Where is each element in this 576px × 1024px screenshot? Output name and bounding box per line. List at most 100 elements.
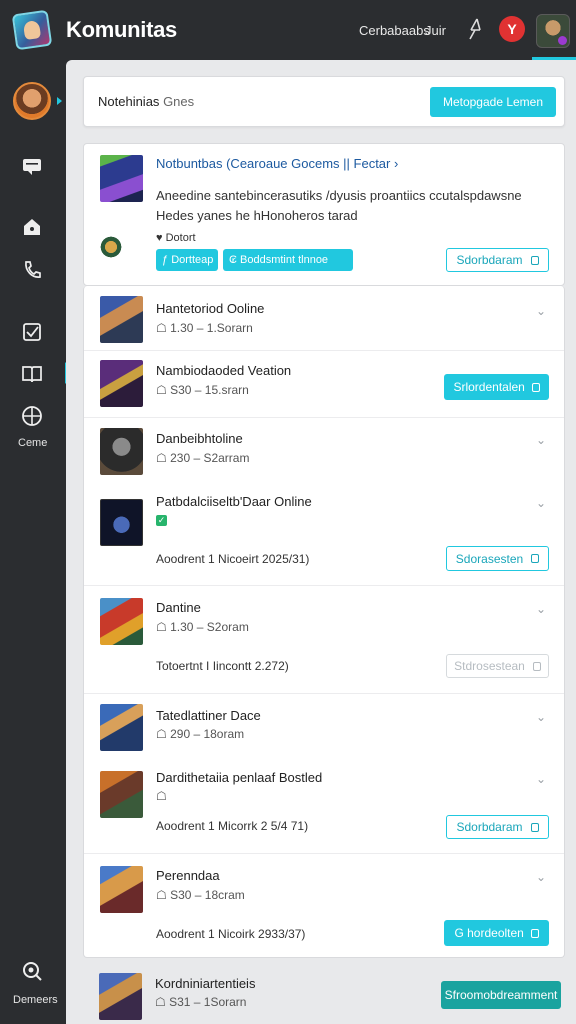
chevron-down-icon[interactable]: ⌄ <box>536 304 546 318</box>
featured-card[interactable]: Notbuntbas (Cearoaue Gocems || Fectar › … <box>83 143 565 286</box>
search-icon[interactable] <box>20 959 44 983</box>
bottom-list-item[interactable]: Kordniniartentieis ☖ S31 – 1Sorarn Sfroo… <box>83 966 565 1024</box>
checklist-icon[interactable] <box>20 320 44 344</box>
pin-icon[interactable] <box>461 16 487 42</box>
game-note: Aoodrent 1 Nicoeirt 2025/31) <box>156 552 310 566</box>
game-note: Totoertnt I Iincontt 2.272) <box>156 659 289 673</box>
top-link-1[interactable]: Cerbabaabs <box>359 23 430 38</box>
game-thumb[interactable] <box>100 598 143 645</box>
phone-icon[interactable] <box>20 258 44 282</box>
game-button-text: Sdorbdaram <box>456 820 523 834</box>
game-meta: ☖ 1.30 – S2oram <box>156 620 249 634</box>
search-title-text: Notehinias <box>98 94 160 109</box>
online-indicator <box>57 97 62 105</box>
user-avatar[interactable] <box>536 14 570 48</box>
game-meta: ☖ 230 – S2arram <box>156 451 250 465</box>
game-action-button[interactable]: Stdrosestean <box>446 654 549 678</box>
games-icon[interactable] <box>20 404 44 428</box>
game-action-button[interactable]: Srlordentalen <box>444 374 549 400</box>
game-meta-text: 1.30 – S2oram <box>170 620 249 634</box>
app-logo-icon[interactable] <box>11 9 53 51</box>
sidebar-label-search: Demeers <box>13 994 58 1006</box>
featured-button-text: Sdorbdaram <box>456 253 523 267</box>
home-icon[interactable] <box>20 215 44 239</box>
search-button[interactable]: Metopgade Lemen <box>430 87 556 117</box>
chevron-down-icon[interactable]: ⌄ <box>536 870 546 884</box>
game-meta: ☖ <box>156 789 167 803</box>
profile-avatar[interactable] <box>13 82 51 120</box>
game-meta: ☖ S30 – 18cram <box>156 888 245 902</box>
divider <box>84 350 564 351</box>
chip-1-text: Dortteap <box>171 254 214 266</box>
game-title[interactable]: Danbeibhtoline <box>156 431 243 446</box>
lock-icon <box>531 382 540 392</box>
divider <box>84 853 564 854</box>
game-title[interactable]: Dardithetaiia penlaaf Bostled <box>156 770 322 785</box>
game-meta-text: 230 – S2arram <box>170 451 250 465</box>
game-title[interactable]: Perenndaa <box>156 868 220 883</box>
game-button-text: G hordeolten <box>454 926 524 940</box>
game-meta: ☖ 290 – 18oram <box>156 727 245 741</box>
chevron-down-icon[interactable]: ⌄ <box>536 710 546 724</box>
featured-chip-1[interactable]: ƒ Dortteap <box>156 249 218 271</box>
search-subtitle-text: Gnes <box>163 94 195 109</box>
game-title[interactable]: Nambiodaoded Veation <box>156 363 291 378</box>
game-title[interactable]: Patbdalciiseltb'Daar Online <box>156 494 312 509</box>
game-thumb[interactable] <box>100 499 143 546</box>
featured-tag: ♥ Dotort <box>156 232 196 244</box>
game-meta-text: S30 – 18cram <box>170 888 245 902</box>
game-meta-text: S31 – 1Sorarn <box>169 995 247 1009</box>
game-button-text: Stdrosestean <box>454 659 525 673</box>
featured-description: Aneedine santebincerasutiks /dyusis proa… <box>156 188 522 223</box>
game-meta-text: S30 – 15.srarn <box>170 383 249 397</box>
book-icon[interactable] <box>20 362 44 386</box>
featured-chip-2[interactable]: ₢ Boddsmtint tlnnoe <box>223 249 353 271</box>
game-thumb[interactable] <box>100 296 143 343</box>
lock-icon <box>532 661 541 671</box>
top-link-2[interactable]: Juir <box>425 23 446 38</box>
game-meta-text: 1.30 – 1.Sorarn <box>170 321 253 335</box>
notification-icon[interactable]: Y <box>499 16 525 42</box>
message-icon[interactable] <box>20 155 44 179</box>
chevron-down-icon[interactable]: ⌄ <box>536 496 546 510</box>
game-thumb[interactable] <box>99 973 142 1020</box>
game-thumb[interactable] <box>100 360 143 407</box>
main-content: Notehinias Gnes Metopgade Lemen Notbuntb… <box>66 60 576 1024</box>
lock-icon <box>531 554 540 563</box>
lock-icon <box>530 822 539 832</box>
game-thumb[interactable] <box>100 428 143 475</box>
chevron-down-icon[interactable]: ⌄ <box>536 772 546 786</box>
featured-title[interactable]: Notbuntbas (Cearoaue Gocems || Fectar › <box>156 156 398 171</box>
top-bar: Komunitas Cerbabaabs Juir Y <box>0 0 576 60</box>
featured-small-icon <box>100 234 122 260</box>
app-title: Komunitas <box>66 17 177 42</box>
game-action-button[interactable]: Sdorbdaram <box>446 815 549 839</box>
divider <box>84 417 564 418</box>
game-title[interactable]: Kordniniartentieis <box>155 976 255 991</box>
game-title[interactable]: Tatedlattiner Dace <box>156 708 261 723</box>
game-thumb[interactable] <box>100 866 143 913</box>
game-action-button[interactable]: Sdorasesten <box>446 546 549 571</box>
game-action-button[interactable]: G hordeolten <box>444 920 549 946</box>
game-list: Hantetoriod Ooline ☖ 1.30 – 1.Sorarn ⌄ N… <box>83 286 565 958</box>
featured-action-button[interactable]: Sdorbdaram <box>446 248 549 272</box>
game-title[interactable]: Dantine <box>156 600 201 615</box>
sidebar: Ceme Demeers <box>0 60 64 1024</box>
game-thumb[interactable] <box>100 704 143 751</box>
game-note: Aoodrent 1 Nicoirk 2933/37) <box>156 927 306 941</box>
game-meta: ☖ S30 – 15.srarn <box>156 383 249 397</box>
lock-icon <box>530 255 539 265</box>
featured-tag-text: Dotort <box>165 232 196 244</box>
verified-check-icon: ✓ <box>156 515 167 526</box>
game-thumb[interactable] <box>100 771 143 818</box>
game-title[interactable]: Hantetoriod Ooline <box>156 301 264 316</box>
featured-game-thumb[interactable] <box>100 155 143 202</box>
bottom-action-button[interactable]: Sfroomobdreamment <box>441 981 561 1009</box>
chevron-down-icon[interactable]: ⌄ <box>536 602 546 616</box>
game-button-text: Srlordentalen <box>453 380 525 394</box>
chevron-down-icon[interactable]: ⌄ <box>536 433 546 447</box>
game-meta: ☖ 1.30 – 1.Sorarn <box>156 321 253 335</box>
search-card: Notehinias Gnes Metopgade Lemen <box>83 76 565 127</box>
search-title: Notehinias Gnes <box>98 94 194 109</box>
sidebar-label-games: Ceme <box>18 437 48 449</box>
